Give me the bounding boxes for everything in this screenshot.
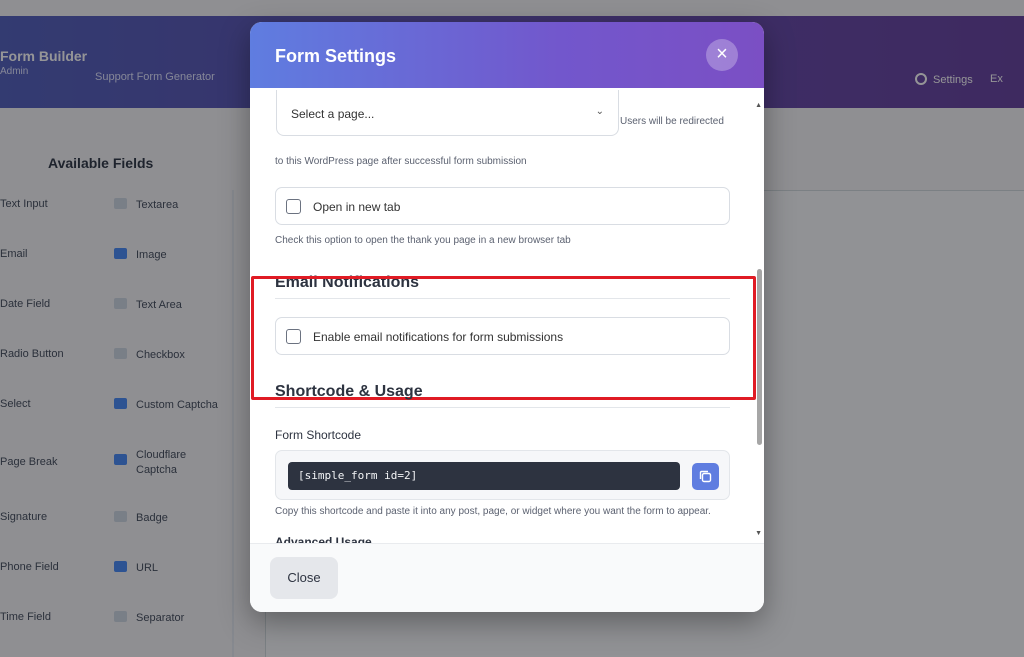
redirect-page-select-value: Select a page... xyxy=(291,107,375,121)
redirect-help-text: to this WordPress page after successful … xyxy=(275,156,527,167)
form-settings-modal: Form Settings × Select a page... ⌄ Users… xyxy=(250,22,764,612)
scrollbar-thumb[interactable] xyxy=(757,269,762,445)
highlight-box xyxy=(251,276,756,400)
copy-shortcode-button[interactable] xyxy=(692,463,719,490)
open-new-tab-label: Open in new tab xyxy=(313,200,401,214)
redirect-help-inline: Users will be redirected xyxy=(620,116,724,127)
shortcode-container: [simple_form id=2] xyxy=(275,450,730,500)
scroll-up-arrow[interactable]: ▲ xyxy=(755,102,762,109)
modal-body[interactable]: Select a page... ⌄ Users will be redirec… xyxy=(250,88,764,543)
scroll-down-arrow[interactable]: ▼ xyxy=(755,530,762,537)
close-button[interactable]: Close xyxy=(270,557,338,599)
open-new-tab-checkbox[interactable] xyxy=(286,199,301,214)
shortcode-section-divider xyxy=(275,407,730,408)
redirect-page-select[interactable]: Select a page... ⌄ xyxy=(276,90,619,136)
copy-icon xyxy=(699,470,712,483)
open-new-tab-option[interactable]: Open in new tab xyxy=(275,187,730,225)
chevron-down-icon: ⌄ xyxy=(595,106,604,117)
form-shortcode-label: Form Shortcode xyxy=(275,428,362,442)
open-new-tab-help: Check this option to open the thank you … xyxy=(275,235,571,246)
modal-title: Form Settings xyxy=(275,46,397,66)
modal-header: Form Settings × xyxy=(250,22,764,88)
shortcode-help: Copy this shortcode and paste it into an… xyxy=(275,506,711,517)
shortcode-section-title: Shortcode & Usage xyxy=(275,383,423,400)
advanced-usage-title: Advanced Usage xyxy=(275,535,372,543)
close-icon[interactable]: × xyxy=(706,39,738,71)
modal-footer: Close xyxy=(250,543,764,612)
shortcode-text[interactable]: [simple_form id=2] xyxy=(288,462,680,490)
